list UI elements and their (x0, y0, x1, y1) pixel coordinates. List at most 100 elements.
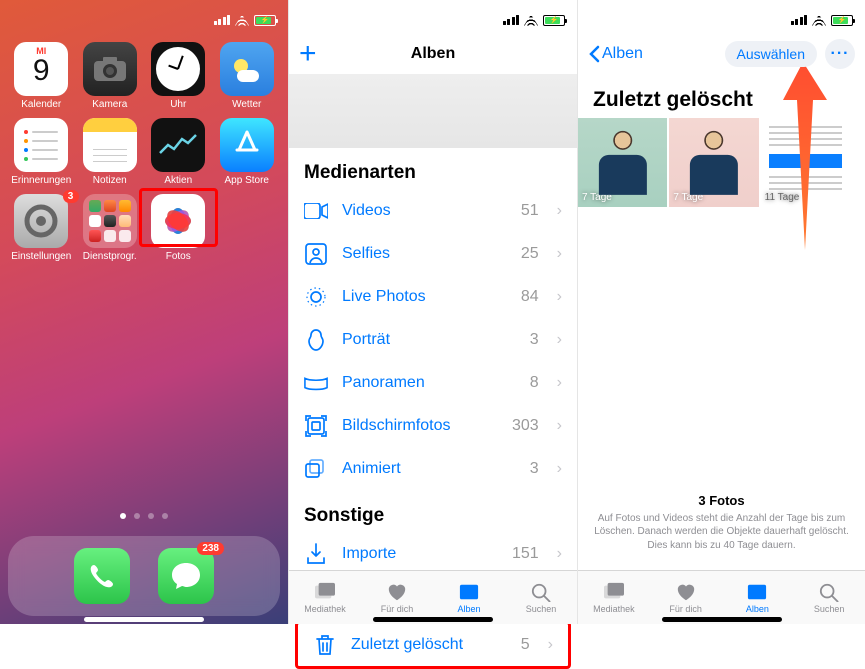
chevron-right-icon: › (557, 245, 562, 263)
more-button[interactable]: ··· (825, 39, 855, 69)
row-videos[interactable]: Videos 51 › (289, 190, 577, 233)
section-header: Medienarten (289, 148, 577, 190)
info-description: Auf Fotos und Videos steht die Anzahl de… (590, 512, 853, 553)
row-selfies[interactable]: Selfies 25 › (289, 233, 577, 276)
home-indicator[interactable] (373, 617, 493, 622)
wifi-icon (812, 15, 826, 26)
home-indicator[interactable] (662, 617, 782, 622)
row-label: Bildschirmfotos (342, 417, 498, 435)
reminders-icon (14, 118, 68, 172)
weather-icon (220, 42, 274, 96)
stocks-icon (151, 118, 205, 172)
selfie-icon (304, 242, 328, 266)
app-kamera[interactable]: Kamera (77, 42, 144, 110)
app-label: Notizen (93, 175, 127, 186)
app-messages[interactable]: 238 (158, 548, 214, 604)
clock-icon (151, 42, 205, 96)
row-bildschirmfotos[interactable]: Bildschirmfotos 303 › (289, 405, 577, 448)
app-label: Kamera (92, 99, 127, 110)
row-zuletzt-geloescht[interactable]: Zuletzt gelöscht 5 › (298, 624, 568, 666)
page-indicator[interactable] (0, 513, 288, 519)
app-label: Dienstprogr. (83, 251, 137, 262)
tab-suchen[interactable]: Suchen (793, 571, 865, 624)
folder-dienstprogramme[interactable]: Dienstprogr. (77, 194, 144, 262)
photo-thumbnail[interactable]: 7 Tage (669, 118, 758, 207)
chevron-right-icon: › (557, 460, 562, 478)
photo-thumbnail[interactable]: 11 Tage (761, 118, 850, 207)
tab-suchen[interactable]: Suchen (505, 571, 577, 624)
row-panoramen[interactable]: Panoramen 8 › (289, 362, 577, 405)
screenshot-icon (304, 414, 328, 438)
folder-icon (83, 194, 137, 248)
tab-bar: Mediathek Für dich Alben Suchen (289, 570, 577, 624)
tab-label: Suchen (526, 604, 557, 614)
photo-count: 3 Fotos (590, 492, 853, 510)
battery-icon: ⚡ (254, 15, 276, 26)
home-indicator[interactable] (84, 617, 204, 622)
import-icon (304, 542, 328, 566)
app-label: Kalender (21, 99, 61, 110)
app-einstellungen[interactable]: 3 Einstellungen (8, 194, 75, 262)
cellular-signal-icon (503, 15, 520, 25)
tab-mediathek[interactable]: Mediathek (578, 571, 650, 624)
calendar-day-number: 9 (33, 56, 50, 86)
app-erinnerungen[interactable]: Erinnerungen (8, 118, 75, 186)
app-label: Erinnerungen (11, 175, 71, 186)
appstore-icon (220, 118, 274, 172)
status-bar: ⚡ (578, 0, 865, 34)
badge: 238 (197, 542, 224, 555)
row-label: Selfies (342, 245, 507, 263)
row-portraet[interactable]: Porträt 3 › (289, 319, 577, 362)
photo-thumbnail[interactable]: 7 Tage (578, 118, 667, 207)
row-label: Importe (342, 545, 498, 563)
chevron-left-icon (588, 45, 600, 63)
app-appstore[interactable]: App Store (214, 118, 281, 186)
row-label: Zuletzt gelöscht (351, 636, 507, 654)
chevron-right-icon: › (557, 417, 562, 435)
nav-title: Alben (289, 45, 577, 63)
highlight-box (139, 188, 218, 247)
tab-label: Mediathek (304, 604, 346, 614)
app-notizen[interactable]: Notizen (77, 118, 144, 186)
row-animiert[interactable]: Animiert 3 › (289, 448, 577, 491)
calendar-icon: MI 9 (14, 42, 68, 96)
app-label: Uhr (170, 99, 186, 110)
battery-icon: ⚡ (543, 15, 565, 26)
app-kalender[interactable]: MI 9 Kalender (8, 42, 75, 110)
tab-label: Alben (457, 604, 480, 614)
cellular-signal-icon (214, 15, 231, 25)
row-count: 8 (530, 374, 539, 392)
row-count: 151 (512, 545, 539, 563)
app-label: App Store (225, 175, 269, 186)
add-button[interactable]: + (299, 37, 317, 71)
section-header: Sonstige (289, 491, 577, 533)
row-livephotos[interactable]: Live Photos 84 › (289, 276, 577, 319)
status-bar: ⚡ (289, 0, 577, 34)
chevron-right-icon: › (557, 374, 562, 392)
back-label: Alben (602, 45, 643, 63)
app-fotos[interactable]: Fotos (145, 194, 212, 262)
app-phone[interactable] (74, 548, 130, 604)
app-label: Aktien (164, 175, 192, 186)
app-wetter[interactable]: Wetter (214, 42, 281, 110)
chevron-right-icon: › (557, 331, 562, 349)
row-count: 303 (512, 417, 539, 435)
select-button[interactable]: Auswählen (725, 41, 818, 67)
app-aktien[interactable]: Aktien (145, 118, 212, 186)
row-count: 84 (521, 288, 539, 306)
app-uhr[interactable]: Uhr (145, 42, 212, 110)
tab-label: Suchen (814, 604, 845, 614)
tab-mediathek[interactable]: Mediathek (289, 571, 361, 624)
ios-home-screen: ⚡ MI 9 Kalender Kamera Uhr (0, 0, 288, 624)
row-label: Porträt (342, 331, 516, 349)
tab-label: Für dich (381, 604, 414, 614)
row-count: 51 (521, 202, 539, 220)
album-thumbnail[interactable] (289, 74, 577, 148)
row-label: Videos (342, 202, 507, 220)
tab-label: Für dich (669, 604, 702, 614)
trash-icon (313, 633, 337, 657)
back-button[interactable]: Alben (588, 45, 643, 63)
chevron-right-icon: › (548, 636, 553, 654)
tab-label: Alben (746, 604, 769, 614)
info-text: 3 Fotos Auf Fotos und Videos steht die A… (590, 492, 853, 552)
